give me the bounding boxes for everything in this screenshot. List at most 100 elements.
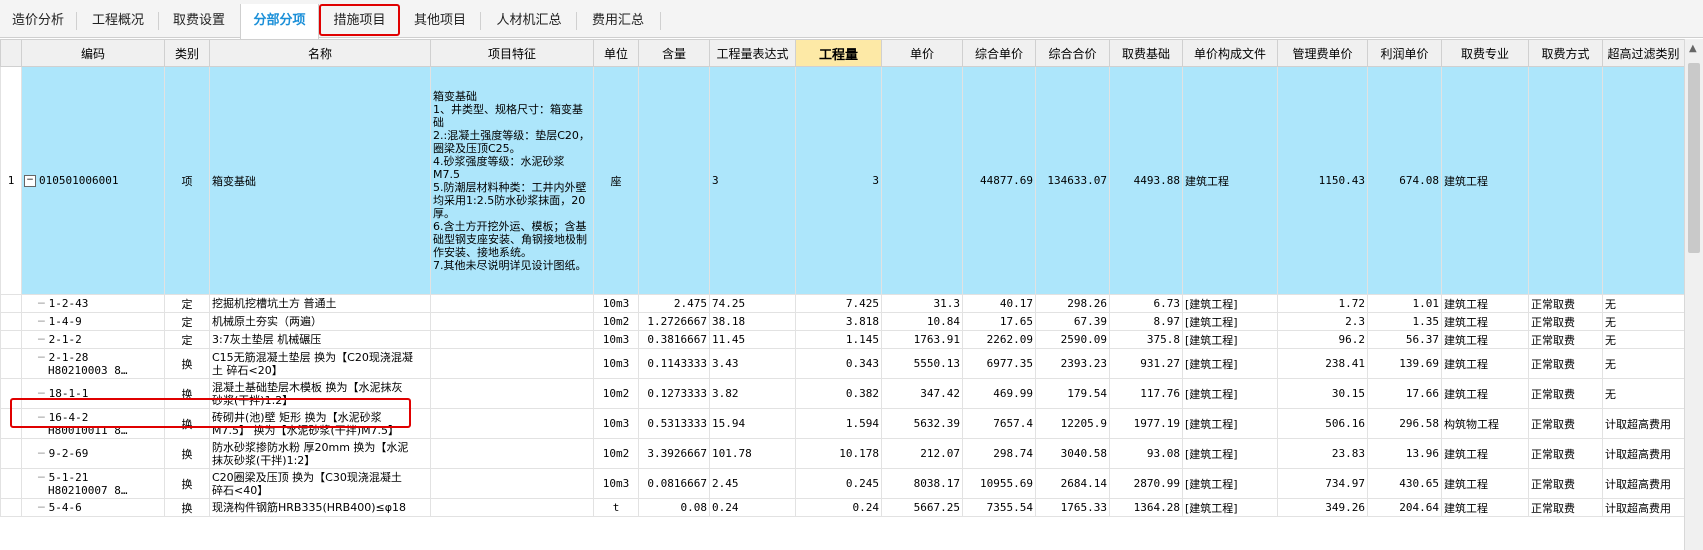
cell-height-filter[interactable]: 计取超高费用	[1602, 438, 1684, 469]
cell-price-file[interactable]: [建筑工程]	[1182, 408, 1278, 439]
cell-code[interactable]: ─ 2-1-28 H80210003 8…	[21, 348, 165, 379]
cell-code[interactable]: ─ 5-4-6	[21, 498, 165, 517]
cell-composite-unit-price[interactable]: 6977.35	[962, 348, 1036, 379]
cell-type[interactable]: 换	[164, 498, 210, 517]
cell-mgmt-price[interactable]: 1.72	[1277, 294, 1368, 313]
cell-price-file[interactable]: [建筑工程]	[1182, 378, 1278, 409]
cell-feature[interactable]	[430, 498, 594, 517]
tab-measure-items[interactable]: 措施项目	[319, 4, 400, 36]
header-height-filter[interactable]: 超高过滤类别	[1602, 39, 1684, 67]
cell-unit-price[interactable]: 5667.25	[881, 498, 963, 517]
cell-feature[interactable]	[430, 378, 594, 409]
cell-fee-base[interactable]: 8.97	[1109, 312, 1183, 331]
cell-unit-price[interactable]: 347.42	[881, 378, 963, 409]
cell-profit-price[interactable]: 296.58	[1367, 408, 1442, 439]
cell-name[interactable]: 砖砌井(池)壁 矩形 换为【水泥砂浆 M7.5】 换为【水泥砂浆(干拌)M7.5】	[209, 408, 431, 439]
tab-other-items[interactable]: 其他项目	[402, 4, 478, 38]
cell-fee-specialty[interactable]: 建筑工程	[1441, 66, 1529, 295]
table-row[interactable]: ─ 9-2-69 换防水砂浆掺防水粉 厚20mm 换为【水泥 抹灰砂浆(干拌)1:2】…	[0, 438, 1684, 469]
header-fee-mode[interactable]: 取费方式	[1528, 39, 1603, 67]
cell-composite-total[interactable]: 298.26	[1035, 294, 1110, 313]
cell-composite-unit-price[interactable]: 2262.09	[962, 330, 1036, 349]
cell-feature[interactable]	[430, 408, 594, 439]
cell-fee-specialty[interactable]: 建筑工程	[1441, 378, 1529, 409]
header-code[interactable]: 编码	[21, 39, 165, 67]
cell-name[interactable]: 挖掘机挖槽坑土方 普通土	[209, 294, 431, 313]
cell-qty-expr[interactable]: 38.18	[709, 312, 796, 331]
cell-mgmt-price[interactable]: 1150.43	[1277, 66, 1368, 295]
cell-fee-mode[interactable]: 正常取费	[1528, 312, 1603, 331]
cell-composite-total[interactable]: 2393.23	[1035, 348, 1110, 379]
cell-qty[interactable]: 0.382	[795, 378, 882, 409]
cell-qty-expr[interactable]: 3.43	[709, 348, 796, 379]
cell-qty-expr[interactable]: 15.94	[709, 408, 796, 439]
cell-feature[interactable]	[430, 330, 594, 349]
cell-unit-price[interactable]: 5550.13	[881, 348, 963, 379]
cell-feature[interactable]	[430, 468, 594, 499]
cell-unit[interactable]: 10m3	[593, 330, 639, 349]
cell-name[interactable]: 3:7灰土垫层 机械碾压	[209, 330, 431, 349]
cell-profit-price[interactable]: 430.65	[1367, 468, 1442, 499]
cell-content[interactable]: 0.5313333	[638, 408, 710, 439]
cell-fee-specialty[interactable]: 建筑工程	[1441, 498, 1529, 517]
cell-composite-unit-price[interactable]: 469.99	[962, 378, 1036, 409]
collapse-icon[interactable]: −	[24, 175, 36, 187]
cell-price-file[interactable]: [建筑工程]	[1182, 348, 1278, 379]
cell-fee-base[interactable]: 1364.28	[1109, 498, 1183, 517]
cell-qty-expr[interactable]: 3	[709, 66, 796, 295]
cell-fee-specialty[interactable]: 建筑工程	[1441, 312, 1529, 331]
header-composite-total[interactable]: 综合合价	[1035, 39, 1110, 67]
header-type[interactable]: 类别	[164, 39, 210, 67]
cell-profit-price[interactable]: 674.08	[1367, 66, 1442, 295]
cell-fee-base[interactable]: 375.8	[1109, 330, 1183, 349]
cell-height-filter[interactable]: 无	[1602, 312, 1684, 331]
cell-price-file[interactable]: [建筑工程]	[1182, 312, 1278, 331]
cell-price-file[interactable]: [建筑工程]	[1182, 468, 1278, 499]
cell-unit-price[interactable]	[881, 66, 963, 295]
header-unit-price[interactable]: 单价	[881, 39, 963, 67]
scroll-up-icon[interactable]: ▲	[1689, 43, 1697, 54]
cell-code[interactable]: ─ 2-1-2	[21, 330, 165, 349]
cell-feature[interactable]	[430, 294, 594, 313]
cell-unit-price[interactable]: 1763.91	[881, 330, 963, 349]
cell-composite-unit-price[interactable]: 44877.69	[962, 66, 1036, 295]
header-mgmt-price[interactable]: 管理费单价	[1277, 39, 1368, 67]
cell-unit[interactable]: 10m2	[593, 312, 639, 331]
cell-profit-price[interactable]: 1.35	[1367, 312, 1442, 331]
cell-profit-price[interactable]: 1.01	[1367, 294, 1442, 313]
cell-type[interactable]: 定	[164, 330, 210, 349]
cell-composite-total[interactable]: 1765.33	[1035, 498, 1110, 517]
header-fee-specialty[interactable]: 取费专业	[1441, 39, 1529, 67]
cell-fee-base[interactable]: 117.76	[1109, 378, 1183, 409]
tab-project-overview[interactable]: 工程概况	[80, 4, 156, 38]
cell-content[interactable]: 0.1273333	[638, 378, 710, 409]
cell-qty-expr[interactable]: 2.45	[709, 468, 796, 499]
cell-name[interactable]: 防水砂浆掺防水粉 厚20mm 换为【水泥 抹灰砂浆(干拌)1:2】	[209, 438, 431, 469]
table-row[interactable]: ─ 5-1-21 H80210007 8… 换 C20圈梁及压顶 换为【C30现浇混凝土…	[0, 468, 1684, 499]
cell-composite-unit-price[interactable]: 298.74	[962, 438, 1036, 469]
header-qty-expr[interactable]: 工程量表达式	[709, 39, 796, 67]
cell-code[interactable]: ─ 18-1-1	[21, 378, 165, 409]
cell-code[interactable]: ─ 1-2-43	[21, 294, 165, 313]
table-row[interactable]: ─ 1-4-9 定机械原土夯实（两遍） 10m2 1.2726667 38.18 3.818…	[0, 312, 1684, 331]
cell-profit-price[interactable]: 139.69	[1367, 348, 1442, 379]
cell-code[interactable]: ─ 5-1-21 H80210007 8…	[21, 468, 165, 499]
cell-name[interactable]: 现浇构件钢筋HRB335(HRB400)≤φ18	[209, 498, 431, 517]
cell-qty[interactable]: 1.145	[795, 330, 882, 349]
cell-height-filter[interactable]: 无	[1602, 330, 1684, 349]
cell-code[interactable]: ─ 16-4-2 H80010011 8…	[21, 408, 165, 439]
cell-mgmt-price[interactable]: 30.15	[1277, 378, 1368, 409]
cell-type[interactable]: 定	[164, 294, 210, 313]
cell-fee-specialty[interactable]: 建筑工程	[1441, 468, 1529, 499]
cell-fee-mode[interactable]: 正常取费	[1528, 348, 1603, 379]
cell-height-filter[interactable]: 无	[1602, 378, 1684, 409]
cell-code[interactable]: −010501006001	[21, 66, 165, 295]
cell-unit[interactable]: 10m3	[593, 348, 639, 379]
cell-composite-total[interactable]: 12205.9	[1035, 408, 1110, 439]
cell-type[interactable]: 换	[164, 408, 210, 439]
vertical-scrollbar[interactable]: ▲	[1684, 39, 1703, 550]
cell-content[interactable]	[638, 66, 710, 295]
cell-fee-mode[interactable]: 正常取费	[1528, 330, 1603, 349]
tab-labor-material-summary[interactable]: 人材机汇总	[482, 4, 576, 38]
cell-unit-price[interactable]: 212.07	[881, 438, 963, 469]
